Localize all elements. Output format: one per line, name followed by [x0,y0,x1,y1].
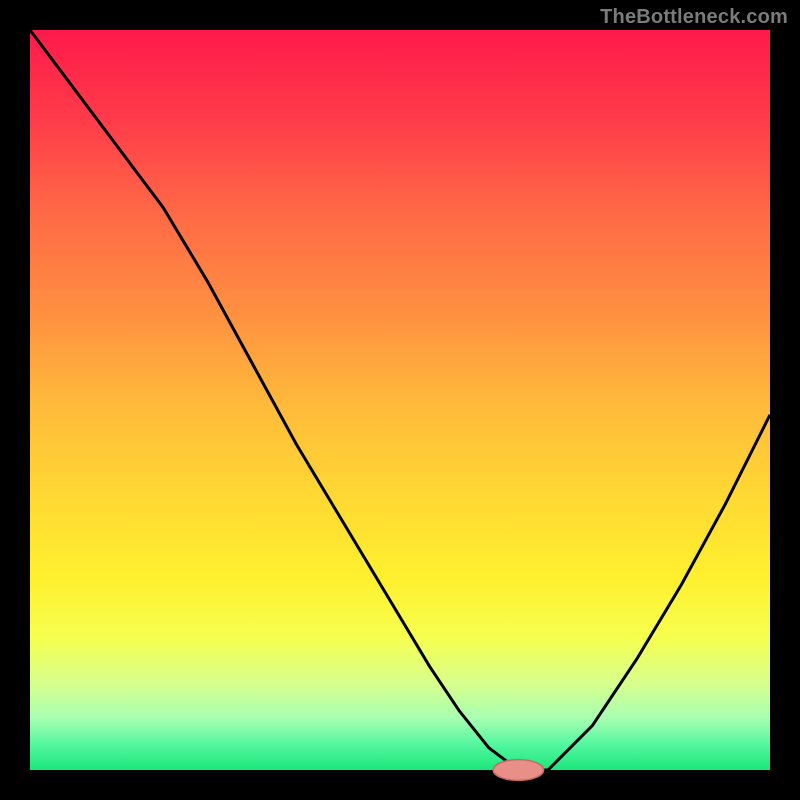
bottleneck-chart: TheBottleneck.com [0,0,800,800]
optimum-marker [493,760,543,781]
watermark-label: TheBottleneck.com [600,6,788,29]
chart-canvas [0,0,800,800]
gradient-background [30,30,770,770]
